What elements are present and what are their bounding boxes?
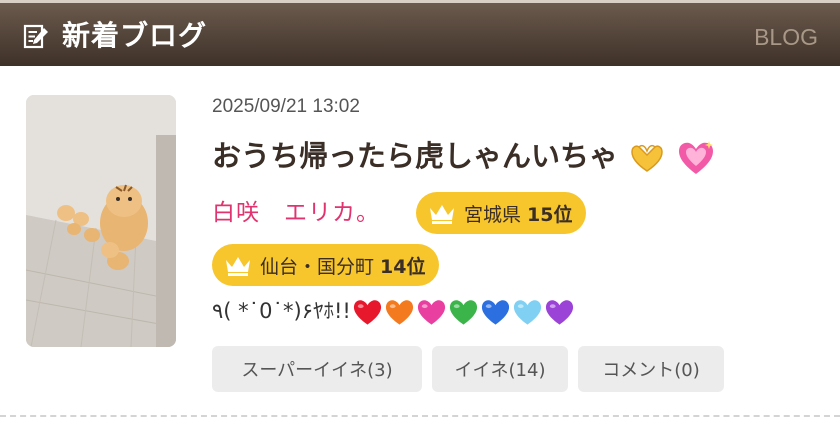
excerpt-text: ٩( *˙0˙*)۶ﾔﾎ!! (212, 299, 351, 323)
post-title-link[interactable]: おうち帰ったら虎しゃんいちゃ (212, 134, 716, 178)
heart-emoji-icon (385, 300, 413, 325)
heart-emoji-icon (353, 300, 381, 325)
crown-icon (226, 257, 250, 276)
sparkling-heart-icon (679, 141, 714, 174)
heart-emoji-icon (545, 300, 573, 325)
rank-number: 14位 (380, 255, 426, 278)
crown-icon (430, 205, 454, 224)
blog-link[interactable]: BLOG (754, 21, 818, 53)
post-date: 2025/09/21 13:02 (212, 96, 360, 117)
heart-emoji-icon (481, 300, 509, 325)
super-like-button[interactable]: スーパーイイネ(3) (212, 346, 422, 392)
rank-number: 15位 (527, 203, 573, 226)
heart-emoji-icon (417, 300, 445, 325)
divider (0, 415, 840, 417)
heart-emoji-icon (513, 300, 541, 325)
edit-note-icon (23, 24, 48, 49)
post-thumbnail[interactable] (26, 95, 176, 347)
heart-hands-icon (631, 144, 663, 172)
post-title: おうち帰ったら虎しゃんいちゃ (212, 139, 619, 173)
section-title: 新着ブログ (62, 19, 208, 52)
post-excerpt: ٩( *˙0˙*)۶ﾔﾎ!! (212, 294, 575, 328)
like-button[interactable]: イイネ(14) (432, 346, 568, 392)
rank-area: 宮城県 (464, 203, 522, 226)
author-name[interactable]: 白咲 エリカ。 (212, 196, 380, 230)
rank-badge-district[interactable]: 仙台・国分町 14位 (212, 244, 440, 286)
excerpt-hearts (351, 299, 575, 325)
blog-section-header: 新着ブログ BLOG (0, 0, 840, 66)
rank-badge-prefecture[interactable]: 宮城県 15位 (416, 192, 587, 234)
comment-button[interactable]: コメント(0) (578, 346, 724, 392)
rank-area: 仙台・国分町 (260, 255, 375, 278)
heart-emoji-icon (449, 300, 477, 325)
